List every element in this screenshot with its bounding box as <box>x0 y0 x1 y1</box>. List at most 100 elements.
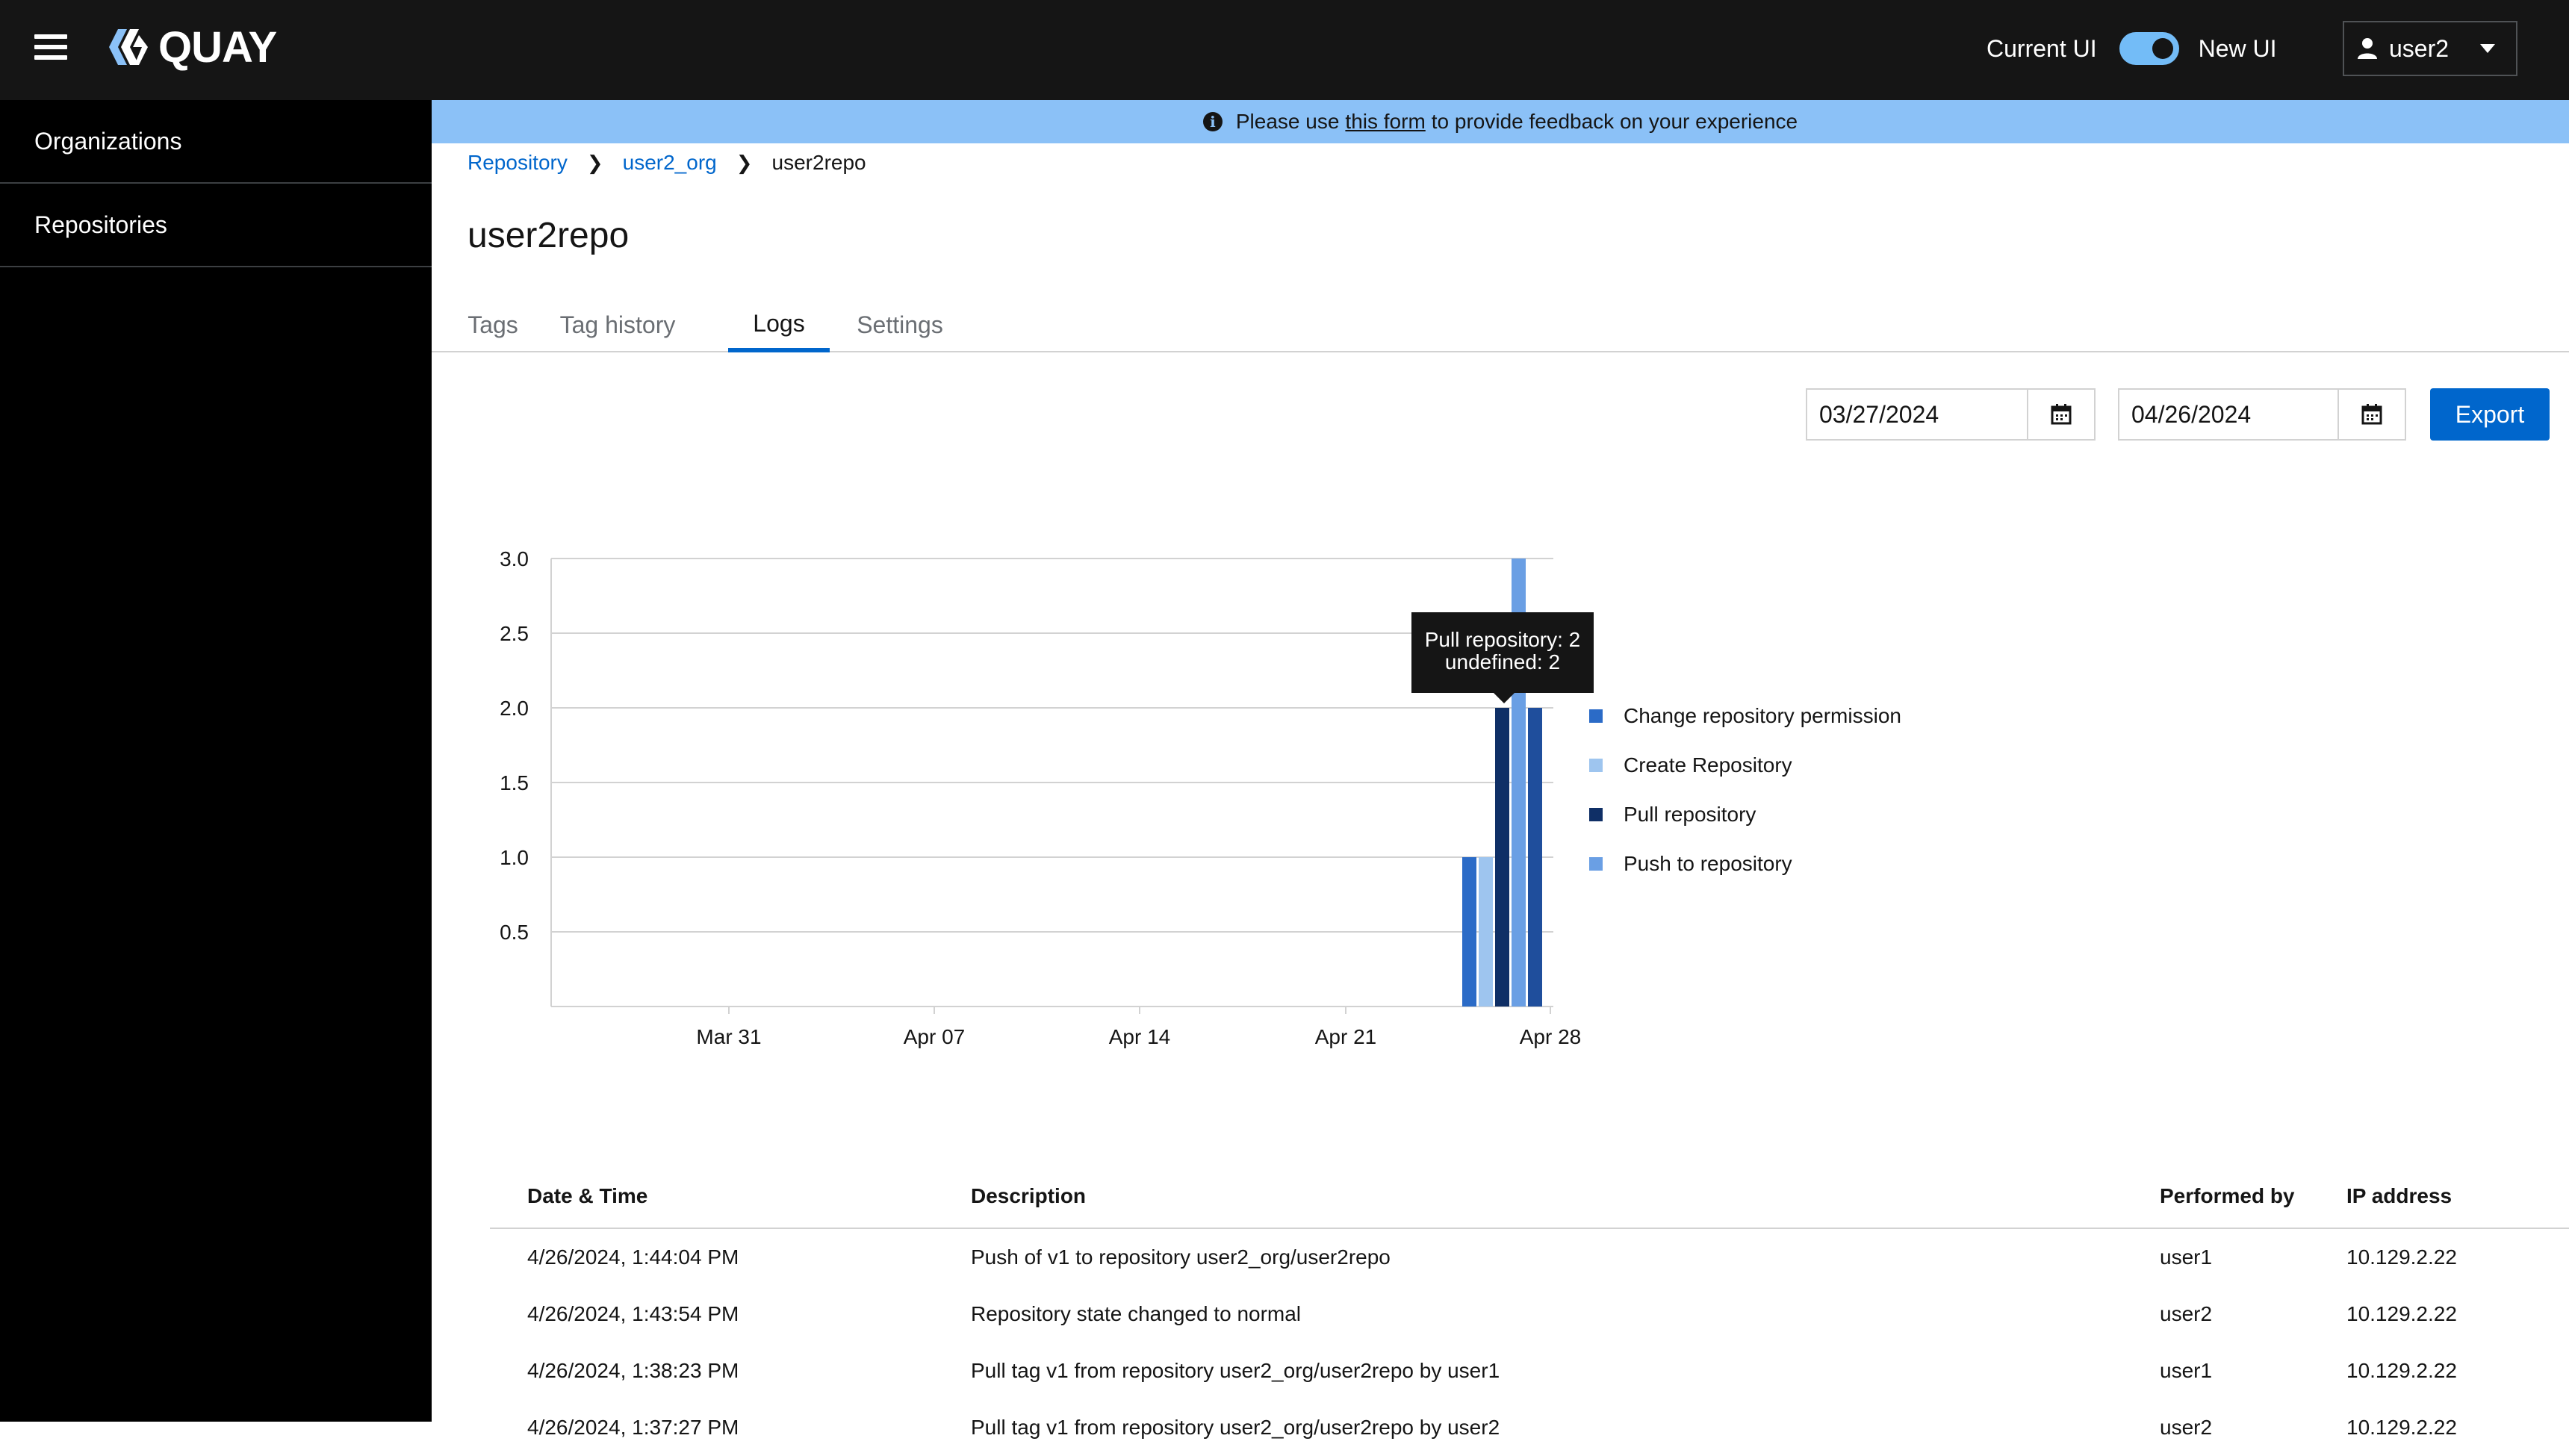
legend-swatch <box>1589 808 1603 821</box>
column-header-datetime[interactable]: Date & Time <box>490 1165 970 1229</box>
x-tick-label: Apr 21 <box>1315 1025 1377 1048</box>
cell-performed-by: user1 <box>2160 1359 2213 1382</box>
cell-performed-by: user1 <box>2160 1245 2213 1269</box>
chevron-right-icon: ❯ <box>586 151 603 174</box>
column-header-ip-address[interactable]: IP address <box>2346 1165 2569 1229</box>
legend-item[interactable]: Pull repository <box>1589 790 1901 839</box>
feedback-banner: i Please use this form to provide feedba… <box>432 100 2569 143</box>
sidebar-item-label: Repositories <box>34 211 167 238</box>
table-header-row: Date & Time Description Performed by IP … <box>490 1165 2569 1229</box>
cell-description: Push of v1 to repository user2_org/user2… <box>971 1245 1391 1269</box>
x-tick-label: Apr 14 <box>1109 1025 1171 1048</box>
sidebar: Organizations Repositories <box>0 100 432 1422</box>
repository-tabs: Tags Tag history Logs Settings <box>432 299 2569 352</box>
quay-logo[interactable]: QUAY <box>105 21 277 73</box>
breadcrumb-current: user2repo <box>771 151 866 174</box>
y-tick-label: 0.5 <box>500 921 529 944</box>
bar <box>1462 857 1476 1007</box>
info-icon: i <box>1202 112 1223 131</box>
end-date-picker: 04/26/2024 <box>2118 388 2406 441</box>
legend-item[interactable]: Create Repository <box>1589 741 1901 790</box>
legend-swatch <box>1589 857 1603 871</box>
bar <box>1528 708 1542 1007</box>
sidebar-item-repositories[interactable]: Repositories <box>0 184 432 267</box>
banner-suffix: to provide feedback on your experience <box>1431 110 1798 133</box>
sidebar-item-label: Organizations <box>34 127 182 155</box>
legend-item[interactable]: Change repository permission <box>1589 691 1901 741</box>
end-date-input[interactable]: 04/26/2024 <box>2119 401 2337 429</box>
bar <box>1495 708 1509 1007</box>
table-row: 4/26/2024, 1:44:04 PM Push of v1 to repo… <box>490 1228 2569 1286</box>
cell-performed-by: user2 <box>2160 1302 2213 1325</box>
logo-text: QUAY <box>158 22 277 72</box>
ui-toggle: Current UI New UI <box>1986 28 2277 69</box>
cell-ip-address: 10.129.2.22 <box>2346 1245 2457 1269</box>
cell-ip-address: 10.129.2.22 <box>2346 1302 2457 1325</box>
cell-datetime: 4/26/2024, 1:43:54 PM <box>527 1302 739 1325</box>
chart-tooltip: Pull repository: 2 undefined: 2 <box>1411 612 1594 703</box>
y-tick-label: 1.0 <box>500 846 529 869</box>
x-tick-label: Apr 28 <box>1520 1025 1582 1048</box>
legend-swatch <box>1589 709 1603 723</box>
export-button[interactable]: Export <box>2430 388 2550 441</box>
table-row: 4/26/2024, 1:38:23 PM Pull tag v1 from r… <box>490 1343 2569 1399</box>
x-tick-label: Mar 31 <box>696 1025 761 1048</box>
breadcrumb-repository[interactable]: Repository <box>467 151 568 175</box>
ui-version-switch[interactable] <box>2119 32 2179 65</box>
logs-bar-chart: 0.5 1.0 1.5 2.0 2.5 3.0 Mar 31 Apr 07 Apr 14 Apr … <box>500 547 1582 1048</box>
cell-datetime: 4/26/2024, 1:37:27 PM <box>527 1416 739 1439</box>
breadcrumb: Repository ❯ user2_org ❯ user2repo <box>467 151 866 175</box>
table-row: 4/26/2024, 1:37:27 PM Pull tag v1 from r… <box>490 1399 2569 1456</box>
column-header-performed-by[interactable]: Performed by <box>2159 1165 2346 1229</box>
logs-table: Date & Time Description Performed by IP … <box>490 1165 2569 1456</box>
feedback-form-link[interactable]: this form <box>1345 110 1425 134</box>
cell-description: Pull tag v1 from repository user2_org/us… <box>971 1359 1500 1382</box>
masthead: QUAY Current UI New UI user2 <box>0 0 2569 100</box>
bar <box>1479 857 1493 1007</box>
cell-performed-by: user2 <box>2160 1416 2213 1439</box>
tooltip-line: undefined: 2 <box>1444 650 1561 673</box>
tooltip-line: Pull repository: 2 <box>1424 628 1581 651</box>
calendar-icon[interactable] <box>2027 390 2094 439</box>
page-title: user2repo <box>467 216 630 255</box>
cell-ip-address: 10.129.2.22 <box>2346 1359 2457 1382</box>
switch-knob <box>2152 38 2173 59</box>
user-menu-dropdown[interactable]: user2 <box>2343 21 2517 76</box>
legend-label: Create Repository <box>1624 753 1792 777</box>
y-tick-label: 2.5 <box>500 622 529 645</box>
tab-tag-history[interactable]: Tag history <box>547 299 689 351</box>
current-ui-label: Current UI <box>1986 34 2097 62</box>
start-date-picker: 03/27/2024 <box>1806 388 2096 441</box>
y-tick-label: 3.0 <box>500 547 529 570</box>
y-tick-label: 2.0 <box>500 697 529 720</box>
cell-description: Repository state changed to normal <box>971 1302 1302 1325</box>
user-icon <box>2358 38 2377 59</box>
cell-ip-address: 10.129.2.22 <box>2346 1416 2457 1439</box>
banner-prefix: Please use <box>1235 110 1340 133</box>
y-tick-label: 1.5 <box>500 771 529 794</box>
cell-datetime: 4/26/2024, 1:38:23 PM <box>527 1359 739 1382</box>
legend-swatch <box>1589 759 1603 772</box>
caret-down-icon <box>2480 44 2495 53</box>
username: user2 <box>2389 34 2450 62</box>
column-header-description[interactable]: Description <box>970 1165 2159 1229</box>
calendar-icon[interactable] <box>2337 390 2405 439</box>
chart-legend: Change repository permission Create Repo… <box>1589 691 1901 889</box>
legend-label: Pull repository <box>1624 803 1756 826</box>
breadcrumb-organization[interactable]: user2_org <box>623 151 717 175</box>
tab-logs[interactable]: Logs <box>728 299 830 352</box>
start-date-input[interactable]: 03/27/2024 <box>1807 401 2027 429</box>
quay-logo-icon <box>109 29 148 65</box>
legend-label: Change repository permission <box>1624 704 1901 727</box>
x-tick-label: Apr 07 <box>904 1025 966 1048</box>
tab-tags[interactable]: Tags <box>456 299 530 351</box>
tab-settings[interactable]: Settings <box>844 299 956 351</box>
hamburger-menu-icon[interactable] <box>34 33 67 61</box>
cell-description: Pull tag v1 from repository user2_org/us… <box>971 1416 1500 1439</box>
sidebar-item-organizations[interactable]: Organizations <box>0 100 432 184</box>
chevron-right-icon: ❯ <box>736 151 753 174</box>
table-row: 4/26/2024, 1:43:54 PM Repository state c… <box>490 1286 2569 1343</box>
legend-label: Push to repository <box>1624 852 1792 875</box>
cell-datetime: 4/26/2024, 1:44:04 PM <box>527 1245 739 1269</box>
legend-item[interactable]: Push to repository <box>1589 839 1901 889</box>
